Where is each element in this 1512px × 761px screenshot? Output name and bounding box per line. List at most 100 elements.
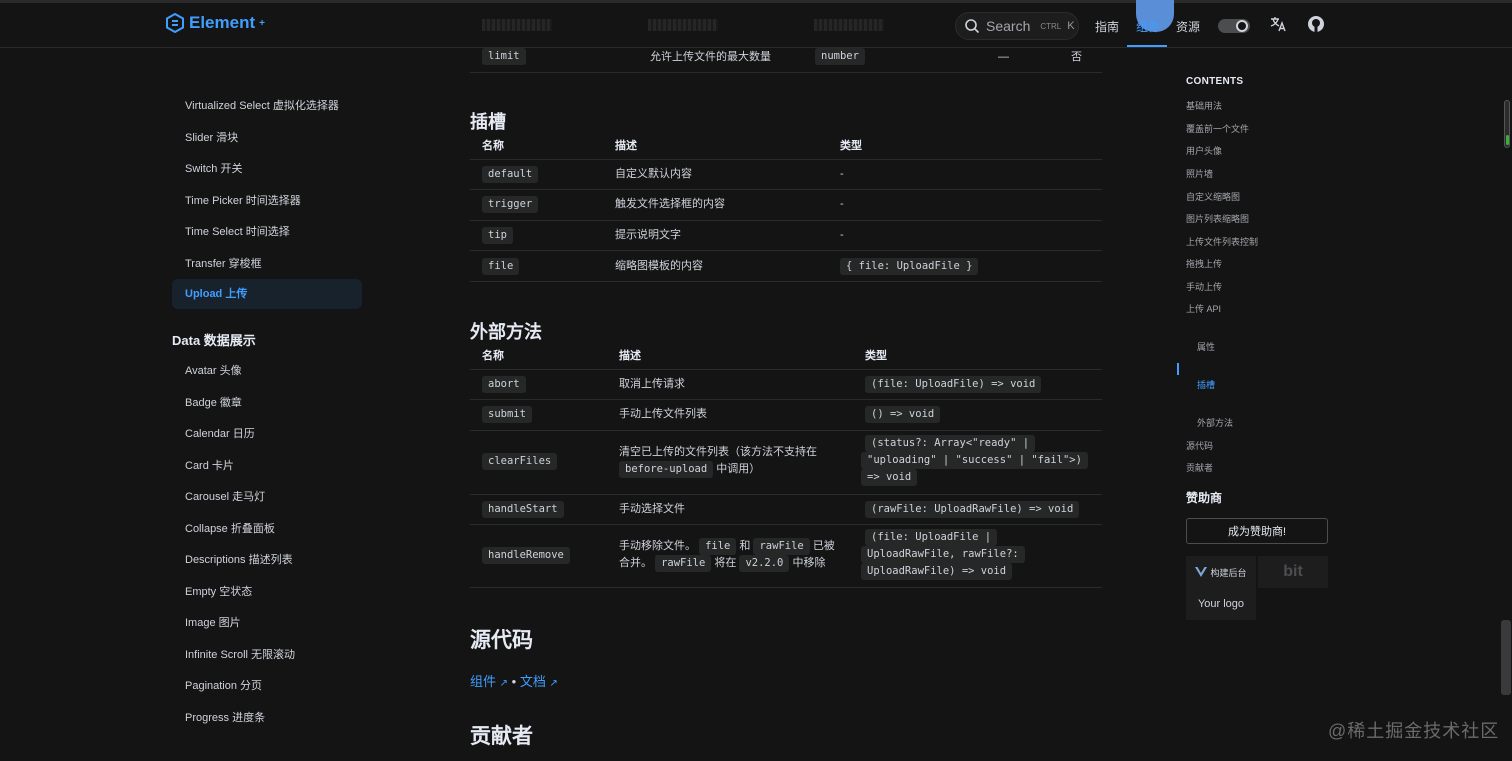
table-row: abort 取消上传请求 (file: UploadFile) => void [470,370,1102,400]
method-name: clearFiles [482,453,558,470]
sidebar-item-pagination[interactable]: Pagination 分页 [185,677,262,693]
section-title-source: 源代码 [470,629,533,652]
source-link-docs[interactable]: 文档 ↗ [520,674,558,689]
attr-default: — [998,51,1009,63]
table-row: clearFiles 清空已上传的文件列表（该方法不支持在 before-upl… [470,431,1102,495]
search-label: Search [986,18,1031,34]
sidebar-item-card[interactable]: Card 卡片 [185,457,234,473]
search-icon [965,19,980,34]
method-type: (rawFile: UploadRawFile) => void [865,501,1080,518]
attr-name: limit [482,48,526,65]
sidebar-group-data: Data 数据展示 [172,333,256,348]
attr-type: number [815,48,865,65]
method-name: handleRemove [482,547,570,564]
method-desc: 手动选择文件 [619,503,685,515]
table-header: 名称 [482,350,504,362]
toc-item[interactable]: 上传文件列表控制 [1186,235,1258,248]
method-type: (status?: Array<"ready" | "uploading" | … [861,435,1088,486]
theme-toggle[interactable] [1218,19,1250,33]
nav-link-resources[interactable]: 资源 [1176,18,1200,35]
table-header: 类型 [865,350,887,362]
toc-item-attributes[interactable]: 属性 [1197,340,1215,353]
toc-item[interactable]: 上传 API [1186,302,1221,315]
slot-desc: 触发文件选择框的内容 [615,198,725,210]
table-row: limit 允许上传文件的最大数量 number — 否 [470,48,1102,73]
attr-required: 否 [1071,51,1082,63]
table-header: 名称 [482,140,504,152]
slot-name: tip [482,227,513,244]
sponsor-card-bit[interactable]: bit [1258,556,1328,588]
github-icon[interactable] [1306,15,1326,35]
search-kbd-ctrl: CTRL [1040,21,1062,31]
sponsor-card-vue[interactable]: 构建后台 [1186,556,1256,588]
logo[interactable]: Element + [165,13,265,33]
methods-table-header: 名称 描述 类型 [470,344,1102,370]
table-of-contents: CONTENTS 基础用法 覆盖前一个文件 用户头像 照片墙 自定义缩略图 图片… [1176,48,1336,761]
element-logo-icon [166,13,184,33]
top-border [0,0,1512,3]
method-desc: 手动上传文件列表 [619,408,707,420]
moon-icon [1236,20,1248,32]
toc-item[interactable]: 源代码 [1186,439,1213,452]
sidebar-item-switch[interactable]: Switch 开关 [185,160,242,176]
toc-item[interactable]: 手动上传 [1186,280,1222,293]
toc-item-slots[interactable]: 插槽 [1197,378,1215,391]
method-type: (file: UploadFile) => void [865,376,1042,393]
sidebar-item-virtualized-select[interactable]: Virtualized Select 虚拟化选择器 [185,97,339,113]
section-title-methods: 外部方法 [470,322,542,342]
sidebar-item-progress[interactable]: Progress 进度条 [185,709,265,725]
sidebar-item-badge[interactable]: Badge 徽章 [185,394,242,410]
slot-type: { file: UploadFile } [840,258,979,275]
sidebar-item-descriptions[interactable]: Descriptions 描述列表 [185,551,293,567]
toc-item[interactable]: 用户头像 [1186,144,1222,157]
search-button[interactable]: Search CTRL K [955,12,1079,40]
sidebar-item-carousel[interactable]: Carousel 走马灯 [185,488,265,504]
sidebar-item-time-select[interactable]: Time Select 时间选择 [185,223,290,239]
table-row: file 缩略图模板的内容 { file: UploadFile } [470,251,1102,282]
toc-item[interactable]: 图片列表缩略图 [1186,212,1249,225]
sponsor-card-your-logo[interactable]: Your logo [1186,588,1256,620]
toc-item[interactable]: 自定义缩略图 [1186,190,1240,203]
table-header: 描述 [615,140,637,152]
toc-item[interactable]: 照片墙 [1186,167,1213,180]
nav-link-guide[interactable]: 指南 [1095,18,1119,35]
nav-active-underline [1127,45,1167,47]
table-header: 类型 [840,140,862,152]
logo-text: Element [189,13,256,32]
slot-desc: 缩略图模板的内容 [615,260,703,272]
blurred-nav-item [482,19,552,31]
toc-item-methods[interactable]: 外部方法 [1197,416,1233,429]
table-row: handleRemove 手动移除文件。 file 和 rawFile 已被 合… [470,525,1102,588]
external-link-icon: ↗ [499,678,509,689]
sidebar-item-avatar[interactable]: Avatar 头像 [185,362,242,378]
slot-name: trigger [482,196,539,213]
blurred-nav-item [814,19,884,31]
sidebar-item-image[interactable]: Image 图片 [185,614,241,630]
blurred-nav-item [648,19,718,31]
sidebar: Virtualized Select 虚拟化选择器 Slider 滑块 Swit… [160,48,370,761]
sidebar-item-upload[interactable]: Upload 上传 [172,279,362,309]
translate-icon[interactable] [1268,15,1288,35]
sidebar-item-time-picker[interactable]: Time Picker 时间选择器 [185,192,301,208]
section-title-slots: 插槽 [470,112,506,132]
sidebar-item-transfer[interactable]: Transfer 穿梭框 [185,255,262,271]
toc-item[interactable]: 贡献者 [1186,461,1213,474]
sidebar-item-collapse[interactable]: Collapse 折叠面板 [185,520,275,536]
scrollbar-thumb[interactable] [1501,620,1511,695]
table-row: default 自定义默认内容 - [470,160,1102,190]
source-link-component[interactable]: 组件 ↗ [470,674,508,689]
method-name: submit [482,406,532,423]
method-type: (file: UploadFile | UploadRawFile, rawFi… [861,529,1025,580]
slot-type: - [840,168,844,180]
become-sponsor-button[interactable]: 成为赞助商! [1186,518,1328,544]
sidebar-item-infinite-scroll[interactable]: Infinite Scroll 无限滚动 [185,646,295,662]
sidebar-item-empty[interactable]: Empty 空状态 [185,583,252,599]
nav-link-components[interactable]: 组件 [1136,18,1160,35]
sidebar-item-calendar[interactable]: Calendar 日历 [185,425,255,441]
slot-type: - [840,229,844,241]
toc-item[interactable]: 覆盖前一个文件 [1186,122,1249,135]
sidebar-item-slider[interactable]: Slider 滑块 [185,129,238,145]
toc-item[interactable]: 拖拽上传 [1186,257,1222,270]
method-name: handleStart [482,501,564,518]
toc-item[interactable]: 基础用法 [1186,99,1222,112]
